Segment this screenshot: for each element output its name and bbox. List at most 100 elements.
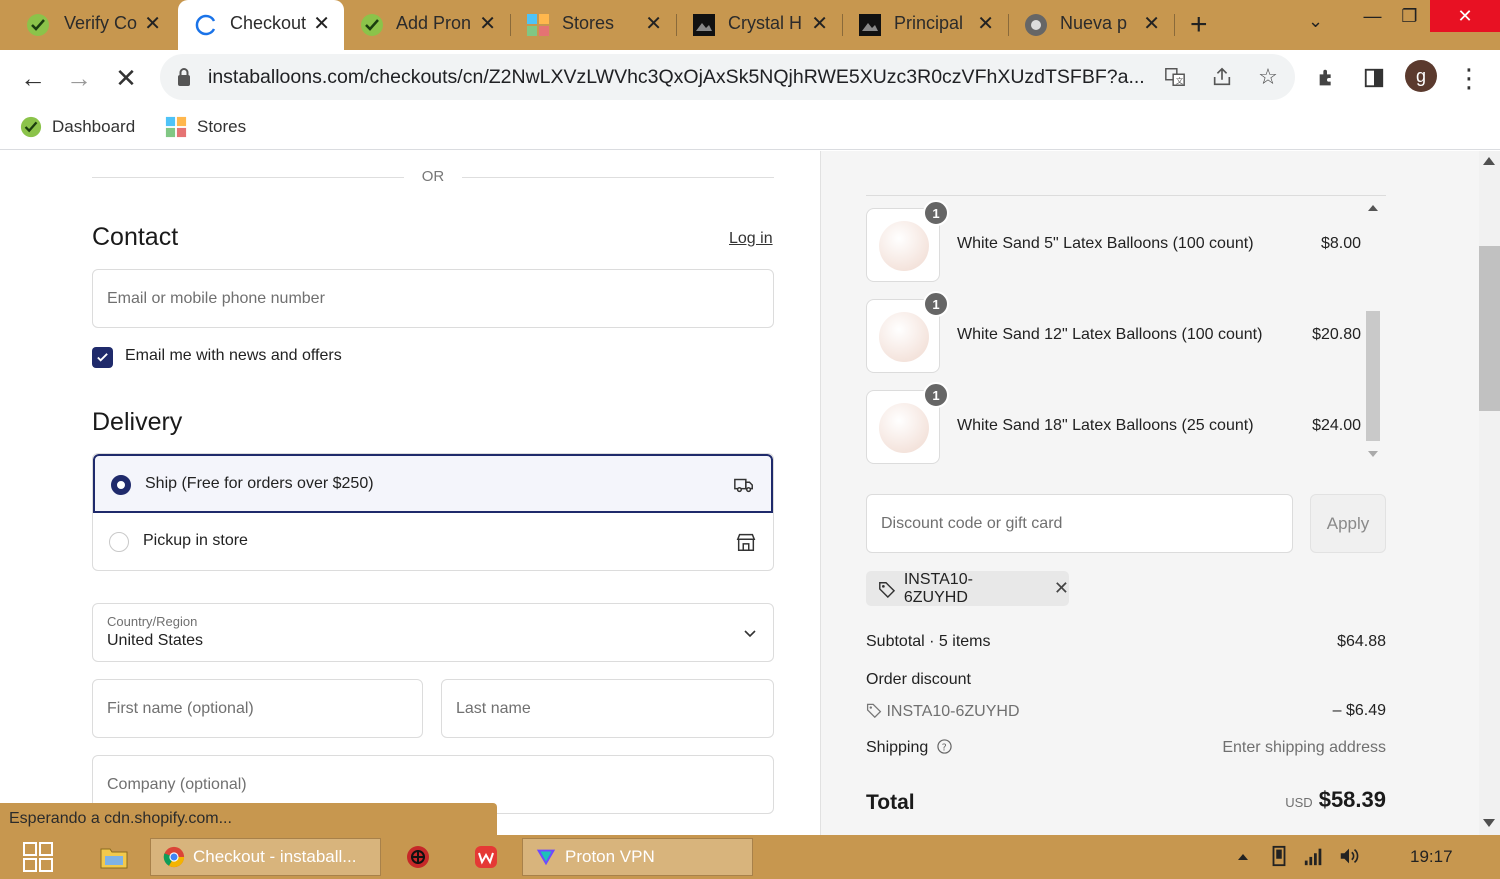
product-price: $8.00 [1320,235,1361,252]
network-signal-icon[interactable] [1303,845,1325,872]
page-scrollbar[interactable] [1479,151,1500,835]
tab-nueva[interactable]: Nueva p ✕ [1008,0,1174,50]
close-tab-icon[interactable]: ✕ [811,11,828,36]
scroll-down-icon[interactable] [1366,449,1380,459]
stop-loading-button[interactable]: ✕ [110,62,142,94]
delivery-heading: Delivery [92,408,183,436]
file-explorer-icon[interactable] [100,838,128,876]
address-bar[interactable]: instaballoons.com/checkouts/cn/Z2NwLXVzL… [160,54,1295,100]
close-tab-icon[interactable]: ✕ [977,11,994,36]
news-opt-in-label: Email me with news and offers [125,347,342,364]
pickup-radio[interactable] [109,532,129,552]
first-name-field[interactable]: First name (optional) [92,679,423,738]
total-amount: USD $58.39 [1285,787,1386,813]
scroll-up-arrow-icon[interactable] [1483,157,1495,165]
bookmark-stores[interactable]: Stores [165,113,246,141]
principal-icon [859,14,881,36]
order-discount-row: Order discount [866,671,1386,689]
applied-discount-chip: INSTA10-6ZUYHD ✕ [866,571,1069,606]
quantity-badge: 1 [923,382,949,408]
tab-crystal[interactable]: Crystal H ✕ [676,0,842,50]
tab-checkout[interactable]: Checkout ✕ [178,0,344,50]
scroll-up-icon[interactable] [1366,203,1380,213]
quantity-badge: 1 [923,200,949,226]
window-close-button[interactable]: ✕ [1430,0,1500,32]
tab-principal[interactable]: Principal ✕ [842,0,1008,50]
line-item: 1 White Sand 18" Latex Balloons (25 coun… [866,382,1366,466]
items-scrollbar[interactable] [1366,201,1386,463]
start-grid-icon[interactable] [22,838,54,876]
help-icon[interactable]: ? [937,739,952,754]
scroll-down-arrow-icon[interactable] [1483,819,1495,827]
product-name: White Sand 5" Latex Balloons (100 count) [957,235,1254,252]
taskbar-chrome-window[interactable]: Checkout - instaball... [150,838,381,876]
page-scroll-thumb[interactable] [1479,246,1500,411]
windows-taskbar: Checkout - instaball... Proton VPN 19:17 [0,835,1500,879]
side-panel-icon[interactable] [1358,62,1390,94]
lock-icon [178,68,190,86]
stores-icon [165,116,187,138]
minimize-button[interactable]: — [1355,0,1390,32]
back-button[interactable]: ← [17,62,49,94]
device-icon[interactable] [1268,845,1290,872]
ship-radio[interactable] [111,475,131,495]
news-opt-in-checkbox[interactable] [92,347,113,368]
balloon-image [879,403,929,453]
last-name-field[interactable]: Last name [441,679,774,738]
bookmark-star-icon[interactable]: ☆ [1256,64,1280,89]
close-tab-icon[interactable]: ✕ [313,11,330,36]
close-tab-icon[interactable]: ✕ [1143,11,1160,36]
checkout-form: OR Contact Log in Email or mobile phone … [0,151,820,835]
subtotal-row: Subtotal · 5 items $64.88 [866,633,1386,651]
bookmark-dashboard[interactable]: Dashboard [20,113,135,141]
forward-button[interactable]: → [63,62,95,94]
tab-title: Stores [562,13,615,33]
proton-vpn-icon [536,849,556,866]
divider-line [462,177,774,178]
share-icon[interactable] [1210,65,1234,89]
tag-icon [866,703,882,719]
pickup-option[interactable]: Pickup in store [93,513,773,570]
taskbar-protonvpn-window[interactable]: Proton VPN [522,838,753,876]
tab-separator [1174,14,1175,36]
svg-text:?: ? [941,742,946,753]
close-tab-icon[interactable]: ✕ [144,11,161,36]
order-summary: 1 White Sand 5" Latex Balloons (100 coun… [820,151,1480,835]
close-tab-icon[interactable]: ✕ [479,11,496,36]
ship-option[interactable]: Ship (Free for orders over $250) [93,454,773,513]
app-red-icon[interactable] [406,838,430,876]
loading-icon [195,14,216,36]
profile-avatar[interactable]: g [1405,60,1437,92]
email-field[interactable]: Email or mobile phone number [92,269,774,328]
ship-option-label: Ship (Free for orders over $250) [145,475,374,492]
tab-stores[interactable]: Stores ✕ [510,0,676,50]
discount-code-input[interactable]: Discount code or gift card [866,494,1293,553]
product-name: White Sand 18" Latex Balloons (25 count) [957,417,1254,434]
restore-button[interactable]: ❐ [1392,0,1427,32]
extensions-puzzle-icon[interactable] [1311,62,1343,94]
close-tab-icon[interactable]: ✕ [645,11,662,36]
tab-search-chevron-icon[interactable]: ⌄ [1308,11,1323,32]
tab-add-pron[interactable]: Add Pron ✕ [344,0,510,50]
last-name-placeholder: Last name [456,700,531,717]
country-select[interactable]: Country/Region United States [92,603,774,662]
items-scroll-thumb[interactable] [1366,311,1380,441]
pickup-option-label: Pickup in store [143,532,248,549]
volume-icon[interactable] [1338,845,1360,872]
tab-title: Checkout [230,13,307,33]
login-link[interactable]: Log in [729,230,773,248]
apply-discount-button[interactable]: Apply [1310,494,1386,553]
order-discount-value: – $6.49 [1332,702,1386,719]
chrome-icon [163,846,185,868]
wps-office-icon[interactable] [474,838,498,876]
order-discount-label: Order discount [866,671,971,688]
new-tab-button[interactable]: + [1190,8,1208,42]
clock-time[interactable]: 19:17 [1410,847,1453,867]
tray-expand-icon[interactable] [1236,849,1250,867]
translate-icon[interactable]: 文 [1163,65,1187,89]
tab-verify[interactable]: Verify Co ✕ [0,0,175,50]
menu-kebab-icon[interactable]: ⋮ [1453,62,1485,94]
remove-discount-icon[interactable]: ✕ [1054,578,1069,599]
crystal-icon [693,14,715,36]
or-label: OR [421,168,445,185]
